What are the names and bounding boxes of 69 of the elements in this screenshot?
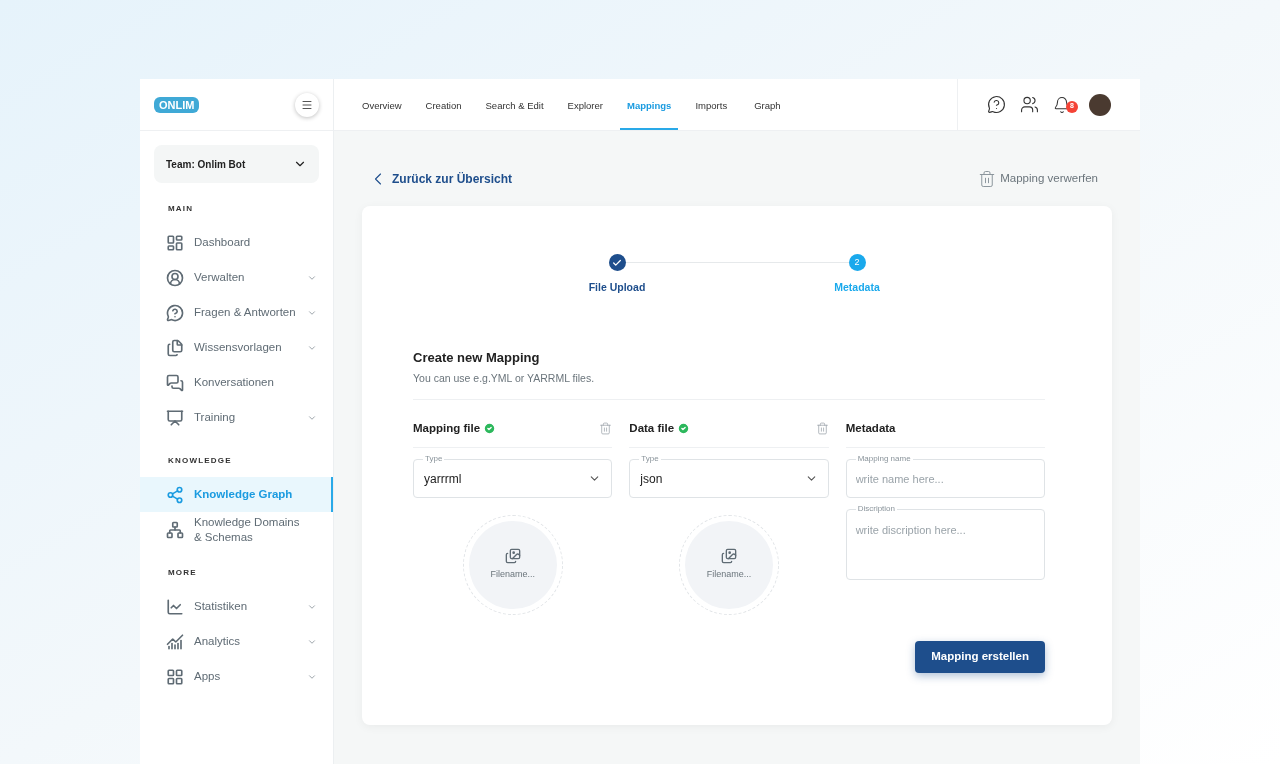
item-label: Apps <box>194 669 222 684</box>
field-label: Discription <box>855 504 897 514</box>
item-label: Training <box>194 410 237 425</box>
nav-tab[interactable]: Explorer <box>560 79 610 130</box>
network-icon <box>166 485 184 504</box>
form-title: Create new Mapping <box>413 348 541 367</box>
item-label: Fragen & Antworten <box>194 305 297 320</box>
create-mapping-button[interactable]: Mapping erstellen <box>915 641 1045 673</box>
sidebar-item[interactable]: Konversationen <box>140 365 333 400</box>
hierarchy-icon <box>166 520 184 539</box>
nav-tab[interactable]: Mappings <box>620 79 679 130</box>
item-label: Dashboard <box>194 235 252 250</box>
back-link[interactable]: Zurück zur Übersicht <box>368 169 513 189</box>
section-heading: MAIN <box>167 203 195 215</box>
nav-tab[interactable]: Imports <box>688 79 735 130</box>
sidebar-item[interactable]: Dashboard <box>140 225 333 260</box>
question-bubble-icon <box>166 303 184 322</box>
item-label: Konversationen <box>194 375 275 390</box>
line-chart-icon <box>166 597 184 616</box>
column-title: Metadata <box>845 420 896 436</box>
check-icon <box>612 257 622 268</box>
field-label: Type <box>423 454 445 464</box>
nav-tab[interactable]: Creation <box>418 79 469 130</box>
item-label: Knowledge Graph <box>194 487 294 502</box>
sidebar-item[interactable]: Training <box>140 400 333 435</box>
menu-button[interactable] <box>295 92 319 117</box>
nav-tab[interactable]: Search & Edit <box>478 79 551 130</box>
sidebar-item[interactable]: Knowledge Domains & Schemas <box>140 512 333 547</box>
sidebar-item[interactable]: Fragen & Antworten <box>140 295 333 330</box>
filename-text: Filename... <box>490 568 535 582</box>
help-chat-icon[interactable] <box>987 95 1006 114</box>
images-icon <box>721 548 737 565</box>
column-title: Mapping file <box>413 420 481 436</box>
filename-text: Filename... <box>706 568 752 582</box>
column-title: Data file <box>629 420 675 436</box>
item-label: Statistiken <box>194 599 249 614</box>
team-dropdown[interactable]: Team: Onlim Bot <box>154 145 319 183</box>
step-label: Metadata <box>834 280 880 295</box>
apps-grid-icon <box>166 667 184 686</box>
item-label: Verwalten <box>194 270 246 285</box>
documents-icon <box>166 338 184 357</box>
board-icon <box>166 408 184 427</box>
nav-tab[interactable]: Overview <box>355 79 409 130</box>
chat-icon <box>166 373 184 392</box>
field-label: Type <box>639 454 661 464</box>
nav-tab[interactable]: Graph <box>744 79 791 130</box>
sidebar-item[interactable]: Statistiken <box>140 589 333 624</box>
sidebar-item[interactable]: Wissensvorlagen <box>140 330 333 365</box>
field-label: Mapping name <box>855 454 913 464</box>
trash-icon <box>978 170 997 188</box>
dashboard-icon <box>166 233 184 252</box>
section-heading: KNOWLEDGE <box>167 455 233 467</box>
item-label: Analytics <box>194 634 242 649</box>
user-circle-icon <box>166 268 184 287</box>
item-label: Knowledge Domains & Schemas <box>194 514 301 545</box>
sidebar-item[interactable]: Analytics <box>140 624 333 659</box>
form-subtitle: You can use e.g.YML or YARRML files. <box>413 371 596 387</box>
avatar[interactable] <box>1089 93 1111 116</box>
sidebar-item[interactable]: Apps <box>140 659 333 694</box>
images-icon <box>504 548 521 565</box>
team-settings-icon[interactable] <box>1020 95 1039 114</box>
step-number: 2 <box>848 254 866 271</box>
discard-mapping-button[interactable]: Mapping verwerfen <box>978 170 1106 188</box>
section-heading: MORE <box>167 567 198 579</box>
menu-icon <box>301 98 313 111</box>
item-label: Wissensvorlagen <box>194 340 283 355</box>
trend-chart-icon <box>166 632 184 651</box>
sidebar-item[interactable]: Verwalten <box>140 260 333 295</box>
step-label: File Upload <box>588 280 646 295</box>
